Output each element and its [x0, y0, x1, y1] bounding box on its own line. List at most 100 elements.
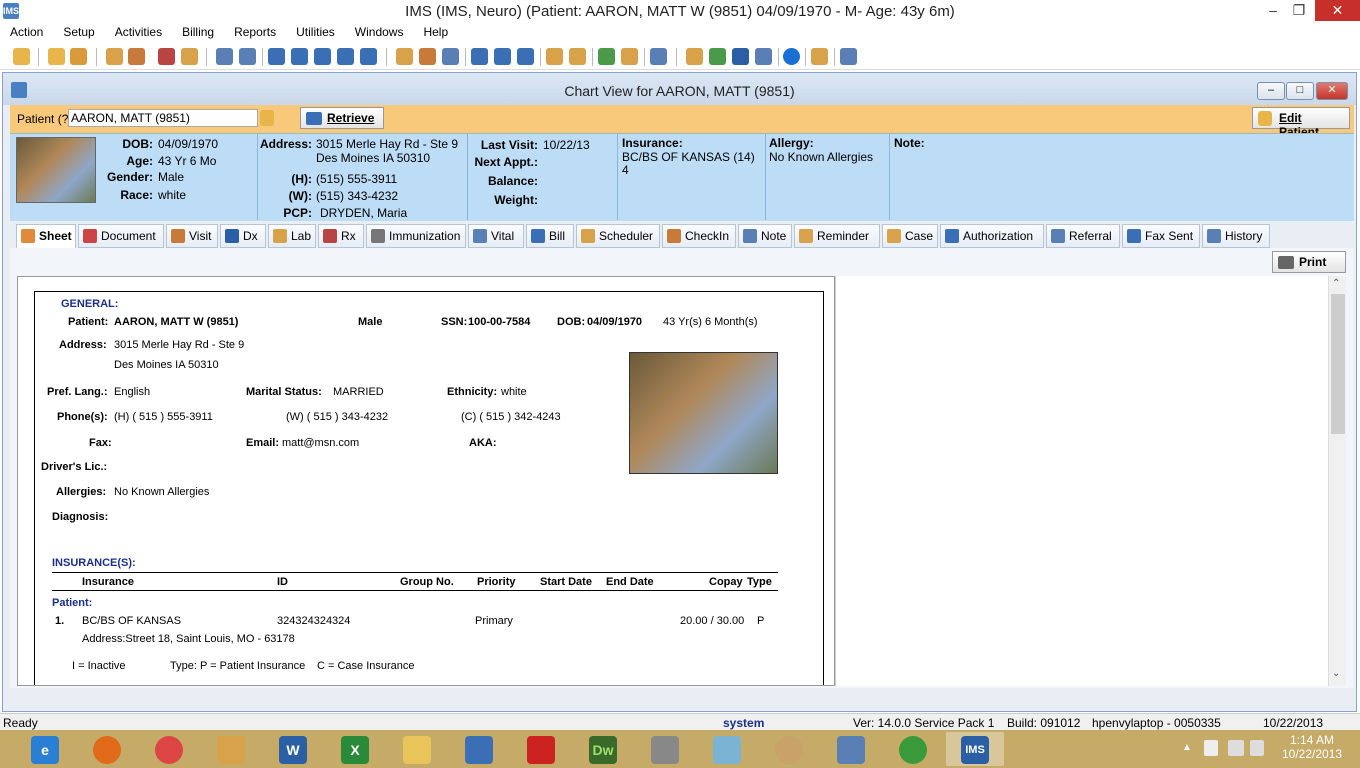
patient-lookup-icon[interactable] [260, 110, 274, 126]
tray-battery-icon[interactable] [1204, 740, 1218, 756]
taskbar-excel[interactable]: X [326, 732, 384, 766]
restore-button[interactable]: ❐ [1284, 0, 1314, 21]
user-icon[interactable] [48, 48, 65, 65]
deposit-icon[interactable] [337, 48, 354, 65]
exit-icon[interactable] [840, 48, 857, 65]
folder-icon[interactable] [106, 48, 123, 65]
taskbar-firefox[interactable] [78, 732, 136, 766]
lab-flask-icon[interactable] [181, 48, 198, 65]
patient-input[interactable]: AARON, MATT (9851) [68, 109, 258, 127]
tab-immunization[interactable]: Immunization [366, 224, 466, 248]
menu-help[interactable]: Help [413, 23, 458, 39]
tab-dx[interactable]: Dx [220, 224, 266, 248]
menu-setup[interactable]: Setup [53, 23, 104, 39]
taskbar-calculator[interactable] [636, 732, 694, 766]
tab-checkin[interactable]: CheckIn [662, 224, 736, 248]
payment-icon[interactable] [291, 48, 308, 65]
tray-volume-icon[interactable] [1250, 740, 1264, 756]
menu-reports[interactable]: Reports [224, 23, 286, 39]
settings-icon[interactable] [755, 48, 772, 65]
menu-activities[interactable]: Activities [105, 23, 172, 39]
sheet-ssn: 100-00-7584 [468, 316, 531, 328]
menu-windows[interactable]: Windows [345, 23, 414, 39]
tab-lab[interactable]: Lab [268, 224, 316, 248]
tab-history[interactable]: History [1202, 224, 1270, 248]
taskbar-ims[interactable]: IMS [946, 732, 1004, 766]
tree-icon[interactable] [419, 48, 436, 65]
taskbar-acrobat[interactable] [512, 732, 570, 766]
tab-fax-sent[interactable]: Fax Sent [1122, 224, 1200, 248]
taskbar-chrome[interactable] [140, 732, 198, 766]
menu-billing[interactable]: Billing [172, 23, 224, 39]
form-icon[interactable] [569, 48, 586, 65]
report-icon[interactable] [546, 48, 563, 65]
rx-icon[interactable] [158, 48, 175, 65]
document-icon[interactable] [216, 48, 233, 65]
provider-icon[interactable] [621, 48, 638, 65]
tab-document[interactable]: Document [78, 224, 164, 248]
taskbar-ie[interactable]: e [16, 732, 74, 766]
scroll-thumb[interactable] [1331, 294, 1345, 434]
tab-scheduler[interactable]: Scheduler [576, 224, 660, 248]
print-button[interactable]: Print [1272, 251, 1346, 273]
transfer-icon[interactable] [360, 48, 377, 65]
tab-authorization[interactable]: Authorization [940, 224, 1044, 248]
network-icon[interactable] [650, 48, 667, 65]
checklist-icon[interactable] [442, 48, 459, 65]
documents-icon[interactable] [239, 48, 256, 65]
chart-close-button[interactable]: ✕ [1316, 82, 1348, 100]
taskbar-network[interactable] [822, 732, 880, 766]
taskbar-notes[interactable] [698, 732, 756, 766]
chart-icon[interactable] [598, 48, 615, 65]
tab-bill[interactable]: Bill [526, 224, 574, 248]
sheet-allergies: No Known Allergies [114, 486, 210, 498]
bill-icon[interactable] [268, 48, 285, 65]
close-button[interactable]: ✕ [1315, 0, 1360, 21]
taskbar-dreamweaver[interactable]: Dw [574, 732, 632, 766]
mail-icon[interactable] [686, 48, 703, 65]
chart-minimize-button[interactable]: – [1257, 82, 1285, 100]
scan-icon[interactable] [517, 48, 534, 65]
sync-icon[interactable] [709, 48, 726, 65]
taskbar-paint[interactable] [760, 732, 818, 766]
taskbar-dragon[interactable] [884, 732, 942, 766]
menu-utilities[interactable]: Utilities [286, 23, 345, 39]
retrieve-button[interactable]: Retrieve [300, 107, 384, 129]
help-icon[interactable] [783, 48, 800, 65]
patient-icon[interactable] [13, 48, 30, 65]
edit-patient-button[interactable]: Edit Patient [1252, 107, 1350, 139]
reminder-icon[interactable] [471, 48, 488, 65]
claims-icon[interactable] [314, 48, 331, 65]
taskbar-outlook[interactable] [202, 732, 260, 766]
lock-icon[interactable] [811, 48, 828, 65]
tab-reminder[interactable]: Reminder [794, 224, 880, 248]
calendar-icon[interactable] [396, 48, 413, 65]
menu-action[interactable]: Action [0, 23, 53, 39]
patient-section-heading: Patient: [52, 597, 93, 609]
tab-note[interactable]: Note [738, 224, 792, 248]
tab-vital[interactable]: Vital [468, 224, 524, 248]
tab-rx[interactable]: Rx [318, 224, 364, 248]
chart-restore-button[interactable]: □ [1286, 82, 1314, 100]
taskbar-explorer[interactable] [388, 732, 446, 766]
col-insurance: Insurance [82, 576, 134, 588]
taskbar-word[interactable]: W [264, 732, 322, 766]
ie-icon: e [31, 736, 59, 764]
ins-id: 324324324324 [277, 615, 351, 627]
tab-case[interactable]: Case [882, 224, 938, 248]
tab-referral[interactable]: Referral [1046, 224, 1120, 248]
col-end-date: End Date [606, 576, 654, 588]
scroll-down-icon[interactable]: ⌄ [1332, 668, 1340, 679]
tab-visit[interactable]: Visit [166, 224, 218, 248]
fax-icon[interactable] [494, 48, 511, 65]
vertical-scrollbar[interactable]: ⌃ ⌄ [1328, 276, 1346, 686]
scroll-up-icon[interactable]: ⌃ [1332, 278, 1340, 289]
tray-chevron-icon[interactable]: ▲ [1182, 742, 1192, 753]
edit-icon[interactable] [128, 48, 145, 65]
taskbar-remote[interactable] [450, 732, 508, 766]
clock[interactable]: 1:14 AM 10/22/2013 [1272, 733, 1352, 761]
users-icon[interactable] [70, 48, 87, 65]
tab-sheet[interactable]: Sheet [16, 224, 76, 248]
word-icon[interactable] [732, 48, 749, 65]
tray-network-icon[interactable] [1228, 740, 1244, 756]
